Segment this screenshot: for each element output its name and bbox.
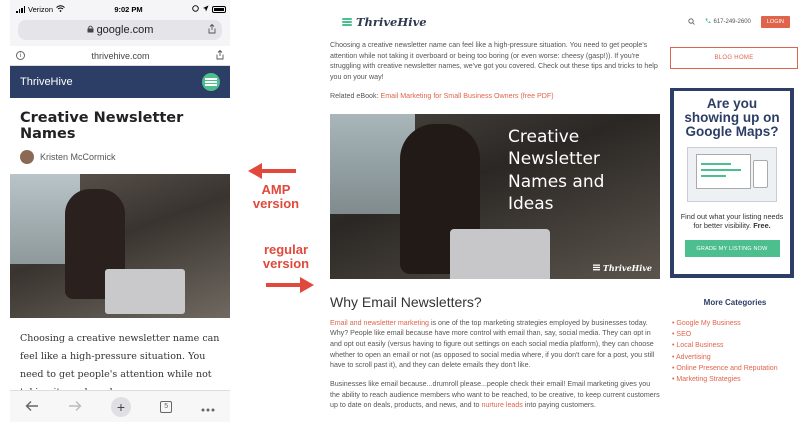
section-heading: Why Email Newsletters? [330,293,482,310]
grade-listing-button[interactable]: GRADE MY LISTING NOW [684,240,780,257]
phone-contact[interactable]: 617-249-2600 [705,18,751,26]
hero-watermark-text: ThriveHive [602,262,652,273]
alarm-icon [192,4,199,14]
category-list: • Google My Business • SEO • Local Busin… [670,318,800,385]
category-label: Online Presence and Reputation [676,364,778,372]
carrier-label: Verizon [28,4,54,14]
status-bar: Verizon 9:02 PM [10,0,230,18]
share-icon[interactable] [208,23,216,37]
clock: 9:02 PM [114,4,143,14]
article-hero-image [10,174,230,318]
amp-domain: thrivehive.com [91,50,150,61]
forward-arrow-icon[interactable] [68,399,82,415]
location-icon [202,5,209,14]
article-title: Creative Newsletter Names [20,110,184,142]
share-icon[interactable] [216,49,224,62]
category-link[interactable]: • Marketing Strategies [672,374,800,385]
amp-version-label: AMP version [252,182,300,211]
hero-overlay-title: Creative Newsletter Names and Ideas [508,126,604,216]
related-ebook-prefix: Related eBook: [330,91,379,100]
amp-brand-name[interactable]: ThriveHive [20,76,73,88]
info-icon[interactable]: i [16,51,25,60]
ad-description-bold: Free. [753,220,771,230]
battery-icon [211,5,226,13]
amp-brand-bar: ThriveHive [10,66,230,98]
site-logo-text: ThriveHive [356,15,427,29]
search-icon[interactable] [687,17,695,27]
browser-toolbar: + 5 [10,390,230,422]
paragraph-text: into paying customers. [522,401,596,410]
sidebar: BLOG HOME Are you showing up on Google M… [670,47,800,385]
phone-number: 617-249-2600 [713,19,751,25]
right-arrow-icon [266,277,314,293]
article-main: Choosing a creative newsletter name can … [330,40,660,411]
inline-link[interactable]: Email and newsletter marketing [330,319,429,327]
body-paragraph: Email and newsletter marketing is one of… [330,318,660,372]
intro-paragraph: Choosing a creative newsletter name can … [330,41,658,82]
site-logo[interactable]: ThriveHive [342,15,427,29]
avatar [20,150,34,164]
inline-link[interactable]: nurture leads [481,401,522,409]
category-link[interactable]: • SEO [672,329,800,340]
amp-header-bar: i thrivehive.com [10,46,230,66]
related-ebook: Related eBook: Email Marketing for Small… [330,91,660,102]
body-paragraph: Businesses like email because...drumroll… [330,379,660,411]
hero-overlay-line: Creative [508,126,580,147]
thrivehive-logo-icon [342,17,352,27]
ad-description: Find out what your listing needs for bet… [678,212,786,230]
url-text: google.com [96,24,154,36]
left-arrow-icon [248,163,296,179]
hero-overlay-line: Ideas [508,194,554,215]
category-label: Marketing Strategies [676,376,741,384]
category-link[interactable]: • Local Business [672,340,800,351]
new-tab-plus-icon[interactable]: + [110,396,131,417]
back-arrow-icon[interactable] [25,399,39,415]
signal-icon [16,5,25,13]
more-categories-heading: More Categories [703,298,767,307]
category-label: Advertising [676,353,711,361]
category-link[interactable]: • Online Presence and Reputation [672,363,800,374]
blog-home-button[interactable]: BLOG HOME [670,47,798,69]
regular-version-label: regular version [262,242,310,271]
hero-watermark: ThriveHive [592,262,652,273]
author-name[interactable]: Kristen McCormick [40,152,116,162]
ad-title: Are you showing up on Google Maps? [684,96,780,139]
amp-phone-screenshot: Verizon 9:02 PM google.com i thrivehive.… [10,0,230,422]
google-maps-ad: Are you showing up on Google Maps? Find … [670,88,794,278]
category-link[interactable]: • Google My Business [672,318,800,329]
tab-count-button[interactable]: 5 [160,400,173,413]
article-hero-image: Creative Newsletter Names and Ideas Thri… [330,113,660,279]
login-button[interactable]: LOGIN [760,16,790,28]
hero-overlay-line: Newsletter [508,149,600,170]
author-byline: Kristen McCormick [20,150,220,164]
category-link[interactable]: • Advertising [672,352,800,363]
hero-overlay-line: Names and [508,171,605,192]
browser-url-bar[interactable]: google.com [18,20,222,40]
thrivehive-logo-icon [202,73,220,91]
phone-icon [705,18,711,26]
related-ebook-link[interactable]: Email Marketing for Small Business Owner… [381,92,554,100]
thrivehive-logo-icon [592,263,600,273]
site-header: ThriveHive 617-249-2600 LOGIN [330,0,800,44]
category-label: Google My Business [676,320,741,327]
category-label: SEO [676,331,692,339]
ad-devices-illustration [687,147,777,202]
wifi-icon [56,4,65,14]
regular-desktop-screenshot: ThriveHive 617-249-2600 LOGIN Choosing a… [330,0,800,422]
more-options-icon[interactable] [201,399,215,415]
category-label: Local Business [676,342,724,350]
lock-icon [87,25,94,35]
